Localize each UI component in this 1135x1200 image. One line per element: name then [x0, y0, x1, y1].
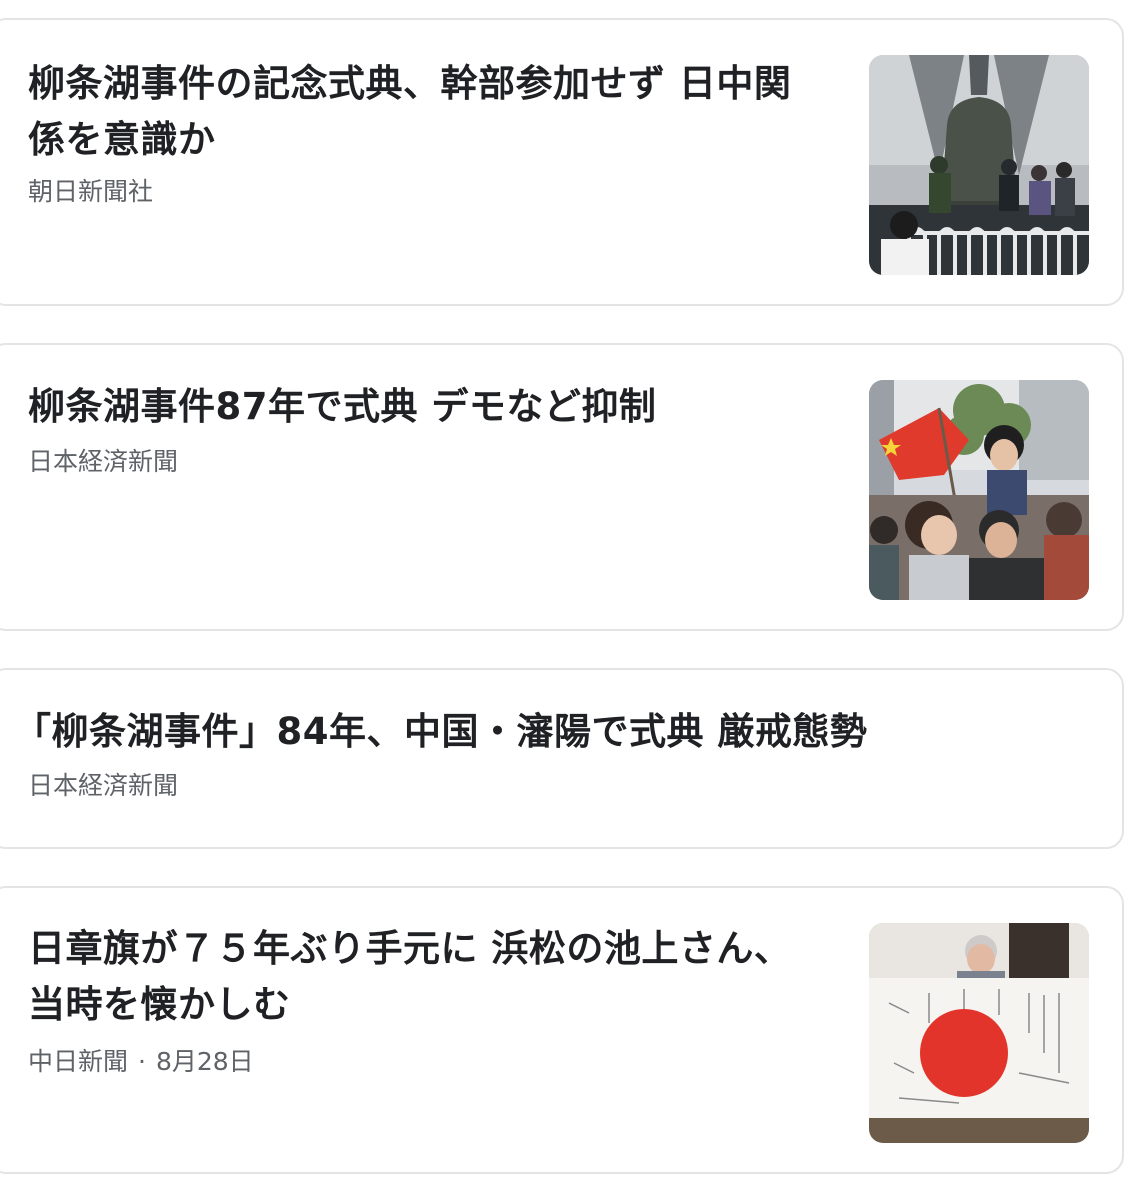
article-date: 8月28日 [155, 1047, 254, 1076]
article-thumbnail[interactable] [869, 55, 1089, 275]
article-title[interactable]: 柳条湖事件87年で式典 デモなど抑制 [28, 379, 818, 435]
article-title[interactable]: 柳条湖事件の記念式典、幹部参加せず 日中関係を意識か [28, 56, 818, 168]
article-thumbnail[interactable] [869, 380, 1089, 600]
separator-dot: · [138, 1047, 146, 1076]
article-source: 日本経済新聞 [28, 771, 179, 800]
article-title[interactable]: 日章旗が７５年ぶり手元に 浜松の池上さん、当時を懐かしむ [28, 921, 818, 1033]
crowd-flag-photo-icon [869, 380, 1089, 600]
article-source: 中日新聞 [28, 1047, 129, 1076]
article-thumbnail[interactable] [869, 923, 1089, 1143]
article-title[interactable]: 「柳条湖事件」84年、中国・瀋陽で式典 厳戒態勢 [14, 704, 1014, 760]
news-card[interactable]: 「柳条湖事件」84年、中国・瀋陽で式典 厳戒態勢 日本経済新聞 [0, 668, 1124, 849]
article-source: 朝日新聞社 [28, 177, 154, 206]
news-card[interactable]: 柳条湖事件87年で式典 デモなど抑制 日本経済新聞 [0, 343, 1124, 631]
news-card[interactable]: 柳条湖事件の記念式典、幹部参加せず 日中関係を意識か 朝日新聞社 [0, 18, 1124, 306]
rising-sun-flag-photo-icon [869, 923, 1089, 1143]
article-source: 日本経済新聞 [28, 447, 179, 476]
article-meta: 中日新聞 · 8月28日 [28, 1046, 254, 1078]
news-card[interactable]: 日章旗が７５年ぶり手元に 浜松の池上さん、当時を懐かしむ 中日新聞 · 8月28日 [0, 886, 1124, 1174]
bell-ceremony-photo-icon [869, 55, 1089, 275]
